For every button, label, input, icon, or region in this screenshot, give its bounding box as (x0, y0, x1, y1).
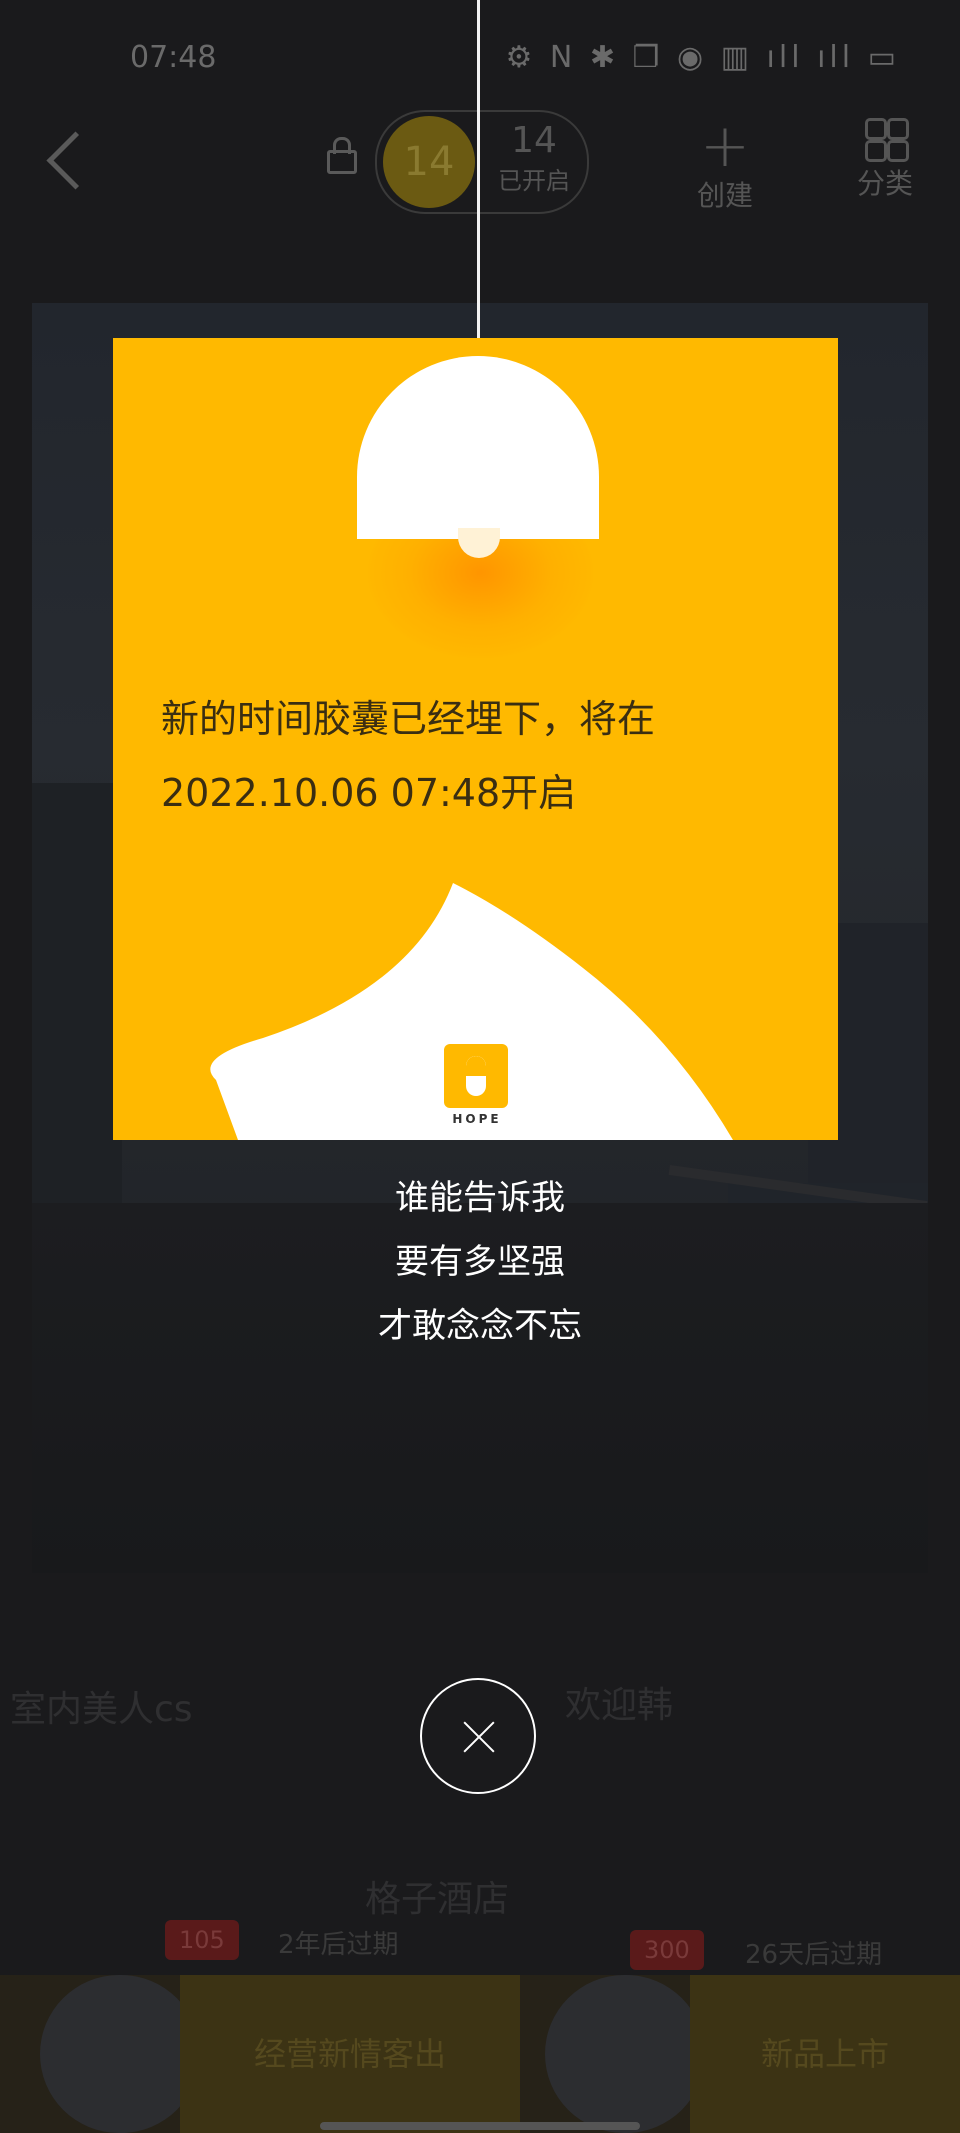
lyric-line-2: 要有多坚强 (395, 1242, 565, 1282)
left-expiry: 2年后过期 (278, 1930, 399, 1960)
bottom-right-thumb (545, 1975, 705, 2133)
bottom-right-button: 新品上市 (690, 1975, 960, 2133)
bottom-left-thumb (40, 1975, 200, 2133)
time-capsule-card: 新的时间胶囊已经埋下，将在 2022.10.06 07:48开启 HOPE (113, 338, 838, 1140)
right-expiry: 26天后过期 (745, 1940, 883, 1970)
close-button[interactable] (420, 1678, 536, 1794)
status-time: 07:48 (130, 40, 217, 75)
home-indicator (320, 2122, 640, 2130)
lamp-wire (477, 0, 480, 358)
category-label: 分类 (856, 167, 913, 200)
pending-count: 14 (383, 116, 475, 208)
lock-icon (327, 137, 357, 174)
create-label: 创建 (696, 179, 753, 212)
grid-icon (865, 118, 909, 162)
status-bar: 07:48 ⚙ N ✱ ❐ ◉ ▥ ıll ıll ▭ (0, 0, 960, 120)
user-left-name: 室内美人cs (10, 1689, 193, 1730)
opened-count-label: 已开启 (498, 167, 570, 195)
left-badge: 105 (165, 1920, 239, 1960)
hope-brand-text: HOPE (452, 1112, 502, 1126)
back-icon[interactable] (46, 131, 105, 190)
create-button[interactable]: + 创建 (675, 111, 775, 214)
lyric-line-1: 谁能告诉我 (395, 1178, 565, 1218)
right-badge: 300 (630, 1930, 704, 1970)
user-right-name: 欢迎韩 (565, 1685, 674, 1726)
opened-count-number: 14 (511, 120, 557, 161)
hotel-name: 格子酒店 (365, 1879, 510, 1920)
lyric-line-3: 才敢念念不忘 (378, 1306, 582, 1346)
plus-icon: + (699, 111, 751, 181)
hope-logo-icon (444, 1044, 508, 1108)
opened-count: 14 已开启 (489, 120, 579, 196)
paper-sheet-illustration (210, 883, 733, 1140)
capsule-count-pill[interactable]: 14 14 已开启 (375, 110, 589, 214)
category-button[interactable]: 分类 (835, 118, 935, 202)
status-icons: ⚙ N ✱ ❐ ◉ ▥ ıll ıll ▭ (505, 40, 900, 75)
bottom-left-button: 经营新情客出 (180, 1975, 520, 2133)
